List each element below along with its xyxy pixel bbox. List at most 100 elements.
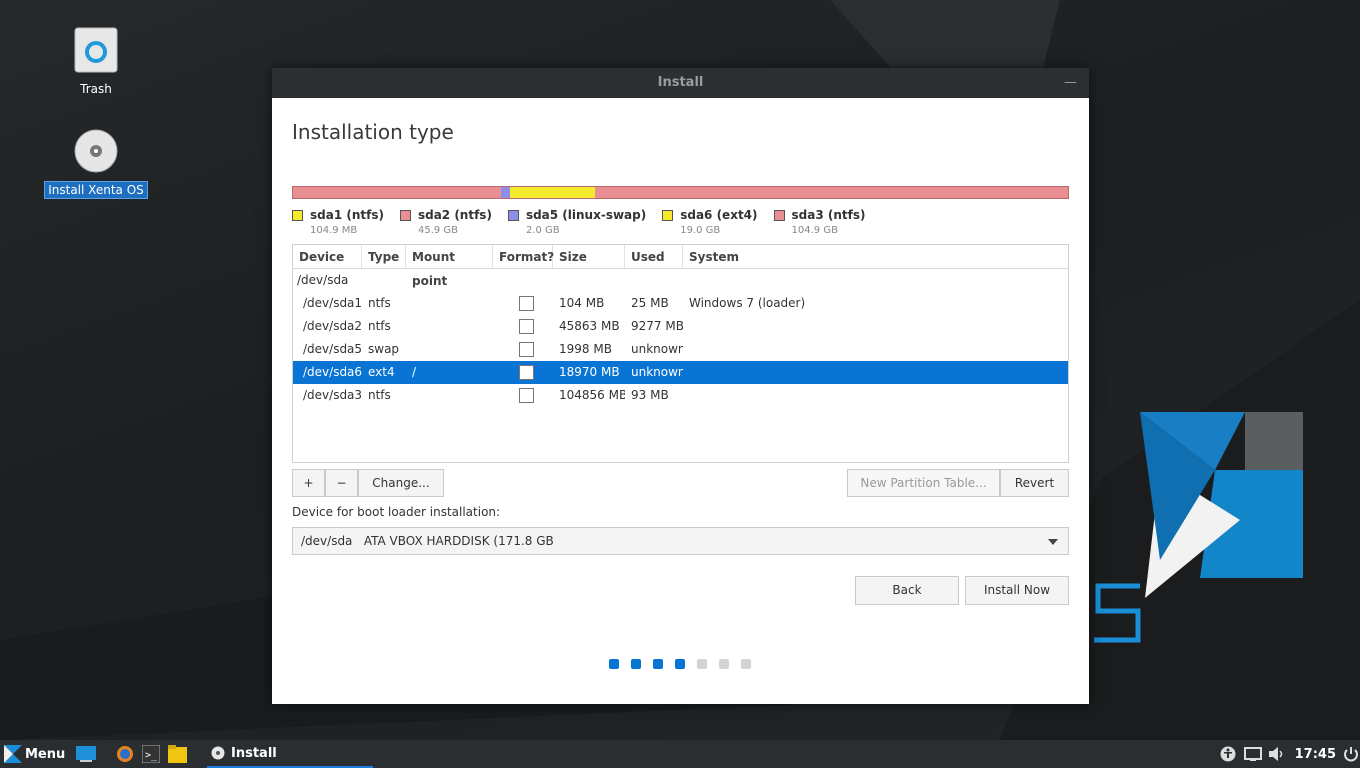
cell-used: unknown [631,365,683,379]
col-size[interactable]: Size [553,245,625,268]
cell-system [683,384,1068,407]
clock[interactable]: 17:45 [1295,740,1336,768]
table-row[interactable]: /dev/sda6 ext4 / 18970 MB unknown [293,361,1068,384]
cell-size: 1998 MB [559,342,612,356]
cell-system [683,338,1068,361]
table-row[interactable]: /dev/sda5 swap 1998 MB unknown [293,338,1068,361]
table-row-disk[interactable]: /dev/sda [293,269,1068,292]
minimize-button[interactable]: — [1064,68,1077,98]
window-titlebar[interactable]: Install — [272,68,1089,98]
progress-dot [741,659,751,669]
disc-icon [74,129,118,173]
cell-mount [406,384,493,407]
cell-format [493,361,553,384]
volume-tray[interactable] [1268,740,1286,768]
disk-label: /dev/sda [297,273,349,287]
table-rows: /dev/sda1 ntfs 104 MB 25 MB Windows 7 (loade… [293,292,1068,407]
desktop-icon-trash[interactable]: Trash [41,26,151,97]
format-checkbox[interactable] [519,319,534,334]
browser-launcher[interactable] [116,740,134,768]
browser-icon [117,746,133,762]
task-install[interactable]: Install [207,740,373,768]
table-row[interactable]: /dev/sda3 ntfs 104856 MB 93 MB [293,384,1068,407]
cell-size: 45863 MB [559,319,620,333]
installer-window: Install — Installation type sda1 (ntfs) 1… [272,68,1089,704]
col-system[interactable]: System [683,245,1068,268]
cell-system [683,315,1068,338]
partition-toolbar: + − Change... New Partition Table... Rev… [292,469,1069,497]
revert-button[interactable]: Revert [1000,469,1069,497]
legend-swatch [662,209,674,221]
network-tray[interactable] [1244,740,1262,768]
volume-icon [1269,747,1283,761]
table-row[interactable]: /dev/sda2 ntfs 45863 MB 9277 MB [293,315,1068,338]
partition-bar-segment [595,187,1068,198]
boot-loader-label: Device for boot loader installation: [292,505,501,519]
partition-bar [292,186,1069,199]
format-checkbox[interactable] [519,342,534,357]
files-launcher[interactable] [168,740,187,768]
table-row[interactable]: /dev/sda1 ntfs 104 MB 25 MB Windows 7 (loade… [293,292,1068,315]
cell-used: unknown [631,342,683,356]
cell-device: /dev/sda6 [303,365,362,379]
change-partition-button[interactable]: Change... [358,469,444,497]
progress-dot [675,659,685,669]
cell-size: 18970 MB [559,365,620,379]
menu-button[interactable]: Menu [4,740,65,768]
legend-name: sda5 (linux-swap) [525,208,647,222]
legend-item: sda2 (ntfs) 45.9 GB [399,208,492,236]
cell-type: ntfs [368,388,391,402]
boot-loader-value: /dev/sda ATA VBOX HARDDISK (171.8 GB [301,534,554,548]
accessibility-tray[interactable] [1220,740,1236,768]
col-type[interactable]: Type [362,245,406,268]
col-format[interactable]: Format? [493,245,554,268]
format-checkbox[interactable] [519,296,534,311]
desktop-icon-label: Trash [80,82,112,96]
network-icon [1244,747,1262,761]
xenta-logo-icon [4,745,22,763]
boot-loader-select[interactable]: /dev/sda ATA VBOX HARDDISK (171.8 GB [292,527,1069,555]
accessibility-icon [1220,746,1236,762]
page-title: Installation type [292,120,454,144]
progress-dot [609,659,619,669]
cell-used: 25 MB [631,296,669,310]
back-button[interactable]: Back [855,576,959,605]
cell-used: 93 MB [631,388,669,402]
disc-icon [211,746,225,760]
progress-dot [631,659,641,669]
legend-size: 2.0 GB [525,225,560,236]
format-checkbox[interactable] [519,365,534,380]
taskbar: Menu >_ Install 17:45 [0,740,1360,768]
format-checkbox[interactable] [519,388,534,403]
desktop-icon [76,746,96,762]
add-partition-button[interactable]: + [292,469,325,497]
cell-device: /dev/sda1 [303,296,362,310]
legend-size: 19.0 GB [680,225,721,236]
legend-name: sda1 (ntfs) [310,208,384,222]
install-now-button[interactable]: Install Now [965,576,1069,605]
show-desktop-launcher[interactable] [76,740,96,768]
cell-system: Windows 7 (loader) [689,296,806,310]
cell-format [493,315,553,338]
legend-name: sda2 (ntfs) [417,208,492,222]
power-tray[interactable] [1344,740,1358,768]
new-partition-table-button[interactable]: New Partition Table... [847,469,1000,497]
terminal-launcher[interactable]: >_ [142,740,160,768]
cell-mount [406,338,493,361]
progress-dot [697,659,707,669]
cell-mount [406,292,493,315]
legend-swatch [773,209,785,221]
cell-size: 104 MB [559,296,605,310]
task-label: Install [231,745,277,761]
legend-swatch [399,209,411,221]
col-used[interactable]: Used [625,245,683,268]
cell-format [493,338,553,361]
col-device[interactable]: Device [293,245,362,268]
legend-name: sda3 (ntfs) [791,208,866,222]
col-mount-point[interactable]: Mount point [406,245,493,288]
cell-device: /dev/sda5 [303,342,362,356]
desktop-icon-install[interactable]: Install Xenta OS [41,128,151,199]
remove-partition-button[interactable]: − [325,469,358,497]
partition-table: Device Type Mount point Format? Size Use… [292,244,1069,463]
partition-legend: sda1 (ntfs) 104.9 MB sda2 (ntfs) 45.9 GB sda… [292,208,881,236]
